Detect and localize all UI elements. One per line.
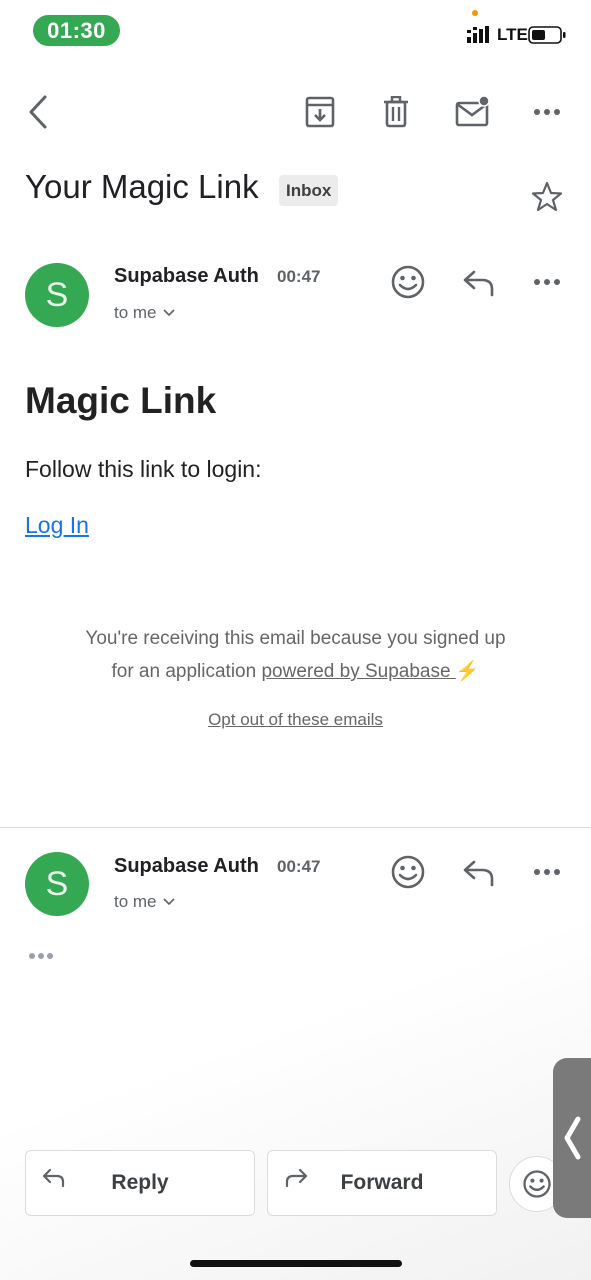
reply-button[interactable]: Reply — [25, 1150, 255, 1216]
network-label: LTE — [497, 25, 528, 44]
sender-name: Supabase Auth — [114, 855, 259, 877]
archive-button[interactable] — [302, 94, 338, 130]
reply-label: Reply — [111, 1171, 169, 1194]
reply-icon-button[interactable] — [460, 856, 498, 890]
battery-icon — [528, 26, 566, 44]
ellipsis-icon — [29, 953, 53, 959]
signal-icon — [467, 26, 489, 43]
delete-button[interactable] — [378, 94, 414, 130]
more-options-button[interactable] — [528, 100, 566, 124]
footer-line-2-prefix: for an application — [111, 661, 262, 682]
recipient-toggle[interactable]: to me — [114, 303, 175, 323]
email-subject: Your Magic Link — [25, 168, 259, 205]
smiley-icon — [391, 855, 425, 889]
reply-icon — [463, 270, 494, 297]
trash-icon — [384, 96, 408, 128]
recipient-label: to me — [114, 892, 157, 911]
smiley-icon — [523, 1170, 551, 1198]
footer-line-1: You're receiving this email because you … — [85, 628, 506, 649]
smiley-icon — [391, 265, 425, 299]
message-time: 00:47 — [277, 267, 321, 286]
more-horizontal-icon — [534, 869, 560, 875]
reply-icon — [463, 860, 494, 887]
back-arrow-icon — [29, 95, 47, 129]
side-drawer-handle[interactable] — [553, 1058, 591, 1218]
mark-unread-button[interactable] — [454, 94, 492, 130]
archive-icon — [305, 96, 335, 128]
forward-label: Forward — [340, 1171, 424, 1194]
mark-unread-icon — [455, 95, 490, 127]
inbox-label-chip[interactable]: Inbox — [279, 175, 339, 206]
login-link[interactable]: Log In — [25, 512, 89, 539]
show-trimmed-content-button[interactable] — [24, 948, 58, 964]
star-button[interactable] — [528, 178, 566, 216]
message-more-button[interactable] — [528, 270, 566, 294]
opt-out-link[interactable]: Opt out of these emails — [0, 710, 591, 730]
star-icon — [531, 181, 563, 212]
sender-name: Supabase Auth — [114, 265, 259, 287]
sender-avatar[interactable]: S — [25, 263, 89, 327]
message-more-button[interactable] — [528, 860, 566, 884]
status-time: 01:30 — [33, 15, 120, 46]
chevron-down-icon — [162, 309, 175, 317]
footer-notice: You're receiving this email because you … — [40, 622, 551, 688]
recipient-toggle[interactable]: to me — [114, 892, 175, 912]
powered-by-supabase-link[interactable]: powered by Supabase — [261, 661, 455, 682]
privacy-indicator-dot — [472, 10, 478, 16]
chevron-left-icon — [564, 1116, 581, 1160]
recipient-label: to me — [114, 303, 157, 322]
more-horizontal-icon — [534, 279, 560, 285]
home-indicator[interactable] — [190, 1260, 402, 1267]
lightning-emoji: ⚡ — [455, 661, 480, 682]
emoji-react-button[interactable] — [388, 852, 428, 892]
back-button[interactable] — [20, 92, 56, 132]
sender-avatar[interactable]: S — [25, 852, 89, 916]
footer-line-2: for an application powered by Supabase ⚡ — [40, 655, 551, 688]
more-horizontal-icon — [534, 109, 560, 115]
forward-button[interactable]: Forward — [267, 1150, 497, 1216]
body-heading: Magic Link — [25, 380, 217, 421]
body-text: Follow this link to login: — [25, 456, 262, 482]
message-time: 00:47 — [277, 857, 321, 876]
reply-icon-button[interactable] — [460, 266, 498, 300]
emoji-react-button[interactable] — [388, 262, 428, 302]
chevron-down-icon — [162, 898, 175, 906]
